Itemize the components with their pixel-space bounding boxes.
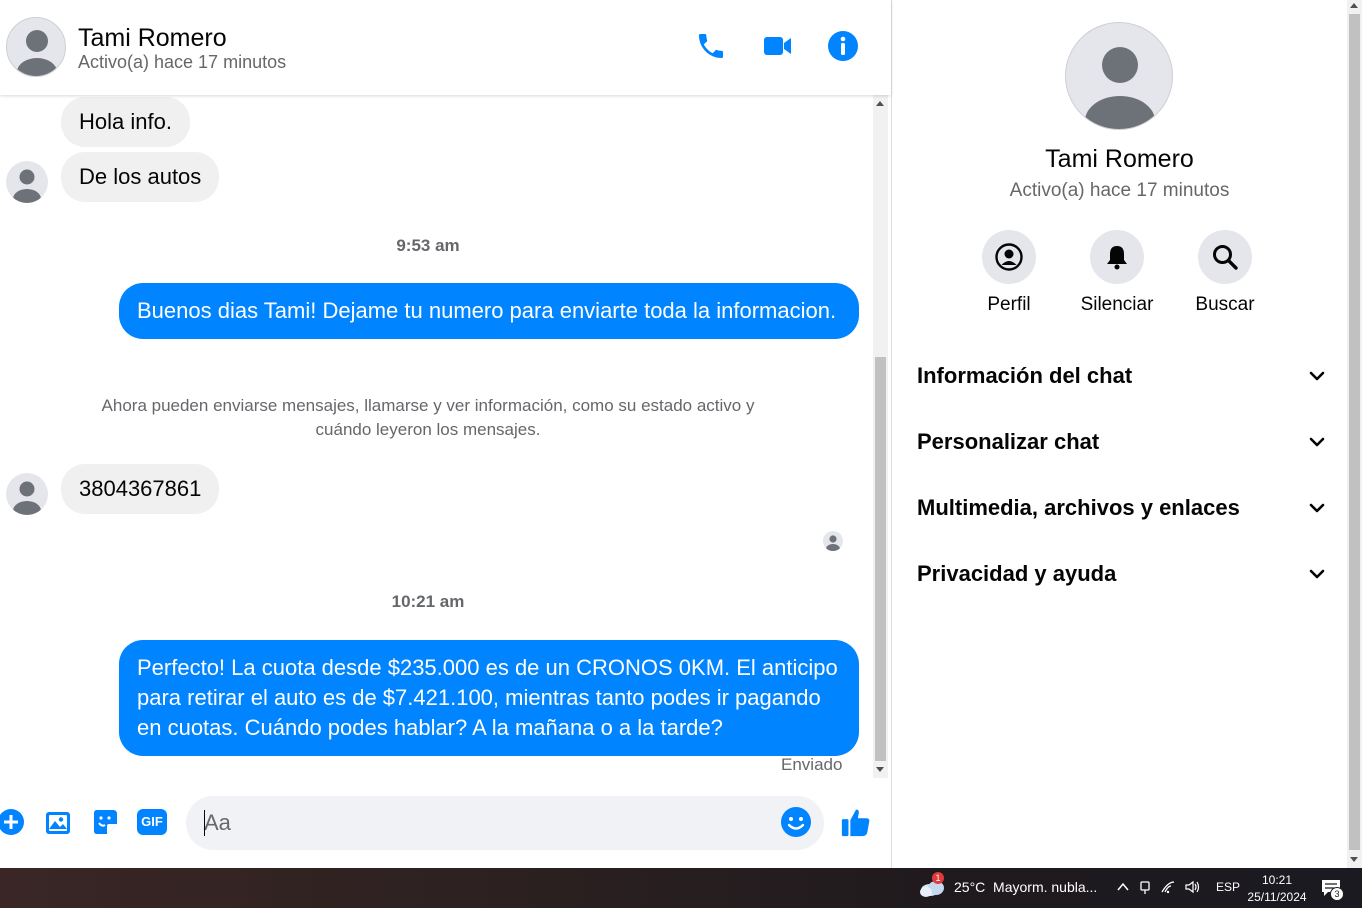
default-avatar-icon — [13, 481, 41, 515]
mute-label: Silenciar — [1080, 294, 1154, 315]
section-label: Multimedia, archivos y enlaces — [917, 495, 1240, 520]
clock-time: 10:21 — [1261, 873, 1293, 887]
section-media-files-links[interactable]: Multimedia, archivos y enlaces — [917, 485, 1327, 531]
emoji-button[interactable] — [780, 806, 812, 838]
conversation-info-button[interactable] — [825, 28, 861, 64]
contact-status: Activo(a) hace 17 minutos — [78, 52, 287, 72]
gif-button[interactable]: GIF — [136, 806, 168, 838]
text-caret — [204, 810, 205, 836]
section-customize-chat[interactable]: Personalizar chat — [917, 419, 1327, 465]
section-label: Información del chat — [917, 363, 1133, 388]
more-actions-button[interactable] — [0, 806, 27, 838]
call-button[interactable] — [693, 28, 729, 64]
chevron-down-icon — [1309, 503, 1325, 513]
contact-name[interactable]: Tami Romero — [78, 24, 227, 53]
smiley-icon — [781, 807, 811, 837]
chevron-down-icon — [1309, 437, 1325, 447]
sticker-icon — [94, 810, 117, 834]
default-avatar-icon — [17, 30, 57, 76]
default-avatar-icon — [826, 535, 840, 551]
info-icon — [828, 31, 858, 61]
chat-header: Tami Romero Activo(a) hace 17 minutos — [0, 0, 891, 95]
thumbs-up-icon — [841, 809, 870, 837]
clock[interactable]: 10:21 25/11/2024 — [1246, 872, 1308, 906]
message-list: Hola info. De los autos 9:53 am Buenos d… — [0, 95, 873, 778]
scroll-down-arrow-icon[interactable] — [1350, 857, 1358, 862]
section-privacy-help[interactable]: Privacidad y ayuda — [917, 551, 1327, 597]
seen-indicator-avatar — [823, 531, 843, 551]
contact-mini-avatar[interactable] — [6, 473, 48, 515]
mute-button[interactable]: Silenciar — [1067, 230, 1167, 316]
timestamp-separator: 10:21 am — [391, 592, 465, 611]
scroll-up-arrow-icon[interactable] — [1350, 3, 1358, 8]
profile-status: Activo(a) hace 17 minutos — [1009, 180, 1230, 201]
message-outgoing[interactable]: Buenos dias Tami! Dejame tu numero para … — [119, 283, 859, 339]
phone-icon — [699, 34, 723, 58]
wifi-icon[interactable] — [1160, 880, 1176, 894]
video-call-button[interactable] — [759, 28, 795, 64]
profile-button[interactable]: Perfil — [959, 230, 1059, 316]
sticker-button[interactable] — [89, 806, 121, 838]
conversation-info-pane: Tami Romero Activo(a) hace 17 minutos Pe… — [891, 0, 1347, 868]
weather-alert-badge: 1 — [932, 872, 944, 884]
scrollbar-thumb[interactable] — [1349, 14, 1360, 850]
profile-label: Perfil — [987, 294, 1031, 315]
page-scrollbar[interactable] — [1347, 0, 1362, 868]
default-avatar-icon — [1085, 47, 1155, 129]
weather-widget[interactable]: 1 25°C Mayorm. nubla... — [918, 872, 1098, 898]
weather-text: 25°C Mayorm. nubla... — [954, 879, 1098, 895]
windows-taskbar: 1 25°C Mayorm. nubla... ESP 10:21 25/11/… — [0, 868, 1362, 908]
system-tray: ESP — [1116, 879, 1240, 895]
image-gallery-icon — [46, 812, 70, 834]
notification-count-badge: 3 — [1330, 887, 1344, 901]
message-incoming[interactable]: Hola info. — [61, 97, 190, 147]
scrollbar-thumb[interactable] — [875, 357, 886, 761]
chevron-down-icon — [1309, 569, 1325, 579]
message-scrollbar[interactable] — [873, 95, 888, 778]
message-composer: GIF — [0, 790, 891, 860]
timestamp-separator: 9:53 am — [396, 236, 460, 255]
profile-icon — [995, 243, 1023, 271]
message-incoming[interactable]: De los autos — [61, 152, 220, 202]
cloud-icon: 1 — [918, 872, 946, 898]
attach-media-button[interactable] — [42, 806, 74, 838]
chat-pane: Tami Romero Activo(a) hace 17 minutos Ho… — [0, 0, 891, 868]
search-icon — [1213, 245, 1238, 270]
profile-name: Tami Romero — [1045, 145, 1194, 173]
search-in-chat-button[interactable]: Buscar — [1175, 230, 1275, 316]
scroll-up-arrow-icon[interactable] — [876, 101, 884, 106]
delivery-status: Enviado — [781, 755, 843, 774]
search-label: Buscar — [1195, 294, 1255, 315]
section-label: Personalizar chat — [917, 429, 1100, 454]
volume-icon[interactable] — [1184, 880, 1202, 894]
contact-profile-avatar[interactable] — [1065, 22, 1173, 130]
send-like-button[interactable] — [840, 806, 872, 838]
plus-circle-icon — [0, 809, 24, 835]
meet-now-icon[interactable] — [1138, 879, 1152, 895]
info-notice: Ahora pueden enviarse mensajes, llamarse… — [101, 396, 755, 439]
messenger-window: Tami Romero Activo(a) hace 17 minutos Ho… — [0, 0, 1362, 868]
message-incoming[interactable]: 3804367861 — [61, 464, 220, 514]
default-avatar-icon — [13, 169, 41, 203]
section-chat-info[interactable]: Información del chat — [917, 353, 1327, 399]
video-camera-icon — [764, 37, 791, 55]
notification-center-button[interactable]: 3 — [1320, 878, 1344, 901]
bell-icon — [1107, 246, 1127, 270]
scroll-down-arrow-icon[interactable] — [876, 767, 884, 772]
chevron-up-icon[interactable] — [1116, 880, 1130, 894]
clock-date: 25/11/2024 — [1247, 890, 1307, 904]
input-language[interactable]: ESP — [1216, 880, 1240, 894]
contact-avatar[interactable] — [6, 17, 66, 77]
section-label: Privacidad y ayuda — [917, 561, 1117, 586]
contact-mini-avatar[interactable] — [6, 161, 48, 203]
message-input[interactable] — [186, 796, 824, 850]
message-outgoing[interactable]: Perfecto! La cuota desde $235.000 es de … — [119, 640, 859, 756]
gif-label: GIF — [141, 814, 163, 829]
chevron-down-icon — [1309, 371, 1325, 381]
